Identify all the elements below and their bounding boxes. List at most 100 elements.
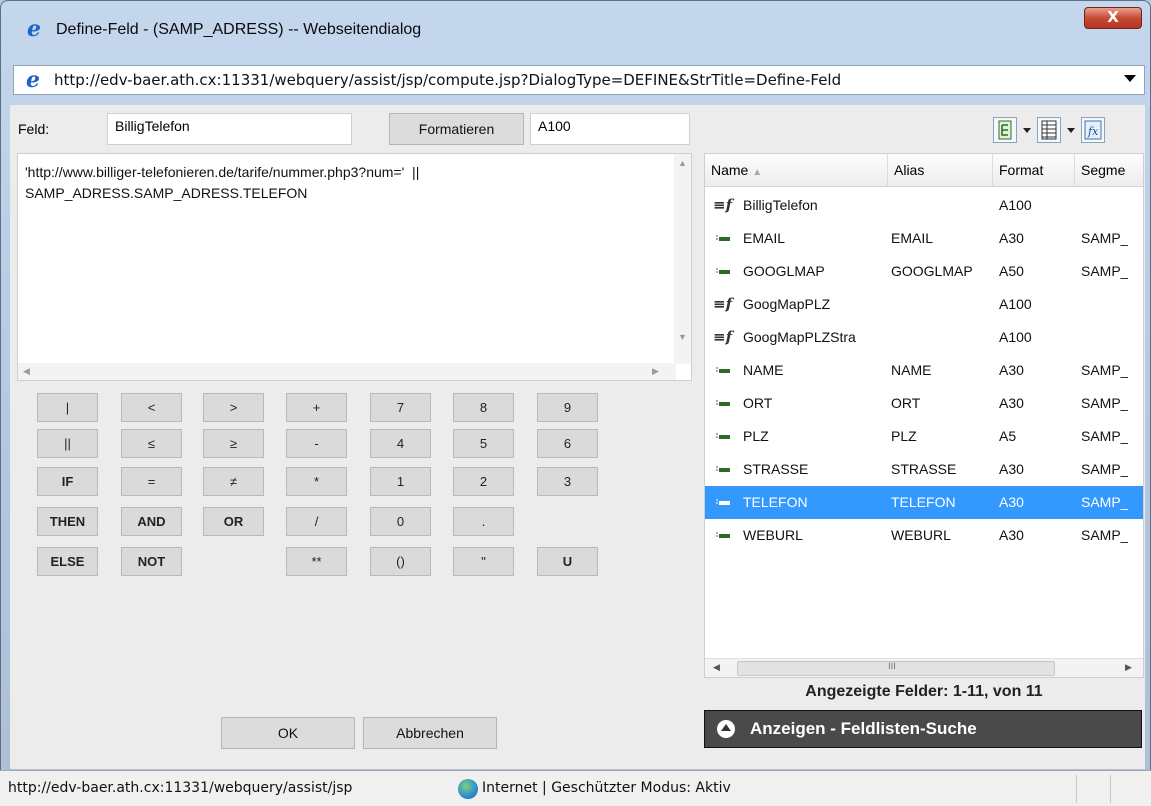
field-list-row[interactable]: ≡f GoogMapPLZStra A100: [705, 321, 1143, 354]
keypad-key[interactable]: 5: [453, 429, 514, 458]
field-format-cell: A30: [999, 461, 1024, 477]
keypad-key[interactable]: ||: [37, 429, 98, 458]
field-format-cell: A30: [999, 362, 1024, 378]
dialog-content: Feld: BilligTelefon Formatieren A100 fx …: [10, 105, 1145, 769]
keypad-key[interactable]: 2: [453, 467, 514, 496]
close-button[interactable]: X: [1084, 7, 1142, 29]
keypad-key[interactable]: OR: [203, 507, 264, 536]
keypad-key[interactable]: 6: [537, 429, 598, 458]
list-view-dropdown-icon[interactable]: [1067, 128, 1075, 133]
keypad-key[interactable]: /: [286, 507, 347, 536]
column-header-format[interactable]: Format: [993, 154, 1075, 187]
editor-vertical-scrollbar[interactable]: ▲ ▼: [674, 154, 691, 364]
field-segment-cell: SAMP_: [1081, 362, 1129, 378]
scroll-down-icon[interactable]: ▼: [678, 332, 687, 342]
list-view-icon[interactable]: [1037, 117, 1061, 143]
tree-view-icon[interactable]: [993, 117, 1017, 143]
function-icon[interactable]: fx: [1081, 117, 1105, 143]
computed-field-icon: ≡f: [713, 196, 733, 214]
ok-button[interactable]: OK: [221, 717, 355, 749]
field-format-cell: A30: [999, 527, 1024, 543]
keypad-key[interactable]: 8: [453, 393, 514, 422]
field-list-row[interactable]: GOOGLMAP GOOGLMAP A50 SAMP_: [705, 255, 1143, 288]
format-button[interactable]: Formatieren: [389, 113, 524, 145]
field-format-cell: A30: [999, 494, 1024, 510]
keypad-key[interactable]: IF: [37, 467, 98, 496]
field-list-row[interactable]: TELEFON TELEFON A30 SAMP_: [705, 486, 1143, 519]
field-count: Angezeigte Felder: 1-11, von 11: [805, 683, 1043, 700]
keypad-key[interactable]: 9: [537, 393, 598, 422]
field-search-label: Anzeigen - Feldlisten-Suche: [750, 719, 977, 738]
grid-scroll-thumb[interactable]: III: [737, 661, 1055, 676]
cancel-button[interactable]: Abbrechen: [363, 717, 497, 749]
field-list-row[interactable]: ≡f GoogMapPLZ A100: [705, 288, 1143, 321]
keypad-key[interactable]: =: [121, 467, 182, 496]
field-name-cell: WEBURL: [743, 527, 803, 543]
grid-scroll-left-icon[interactable]: ◀: [713, 663, 720, 673]
keypad-key[interactable]: (): [370, 547, 431, 576]
grid-scroll-right-icon[interactable]: ▶: [1125, 663, 1132, 673]
scroll-left-icon[interactable]: ◀: [23, 366, 30, 377]
field-format-cell: A5: [999, 428, 1017, 444]
data-field-icon: [715, 397, 731, 409]
column-header-segment[interactable]: Segme: [1075, 154, 1143, 187]
keypad-key[interactable]: 3: [537, 467, 598, 496]
data-field-icon: [715, 265, 731, 277]
expression-line-1: 'http://www.billiger-telefonieren.de/tar…: [25, 164, 420, 180]
keypad-key[interactable]: -: [286, 429, 347, 458]
field-name-cell: PLZ: [743, 428, 769, 444]
field-list-row[interactable]: EMAIL EMAIL A30 SAMP_: [705, 222, 1143, 255]
keypad-key[interactable]: 7: [370, 393, 431, 422]
keypad-key[interactable]: ≥: [203, 429, 264, 458]
keypad-key[interactable]: 0: [370, 507, 431, 536]
field-search-toggle[interactable]: Anzeigen - Feldlisten-Suche: [704, 710, 1142, 748]
column-header-alias[interactable]: Alias: [888, 154, 993, 187]
status-url: http://edv-baer.ath.cx:11331/webquery/as…: [8, 780, 353, 796]
field-list-row[interactable]: STRASSE STRASSE A30 SAMP_: [705, 453, 1143, 486]
grid-horizontal-scrollbar[interactable]: ◀ III ▶: [705, 658, 1143, 677]
keypad-key[interactable]: .: [453, 507, 514, 536]
tree-view-dropdown-icon[interactable]: [1023, 128, 1031, 133]
title-bar: e Define-Feld - (SAMP_ADRESS) -- Webseit…: [1, 1, 1151, 63]
keypad-key[interactable]: ≤: [121, 429, 182, 458]
keypad-key[interactable]: **: [286, 547, 347, 576]
keypad-key[interactable]: ≠: [203, 467, 264, 496]
keypad-key[interactable]: >: [203, 393, 264, 422]
keypad-key[interactable]: ": [453, 547, 514, 576]
expression-text: 'http://www.billiger-telefonieren.de/tar…: [25, 162, 655, 204]
scroll-right-icon[interactable]: ▶: [652, 366, 659, 377]
field-list-row[interactable]: ORT ORT A30 SAMP_: [705, 387, 1143, 420]
field-name-cell: EMAIL: [743, 230, 786, 246]
field-format-cell: A100: [999, 329, 1032, 345]
keypad-key[interactable]: 4: [370, 429, 431, 458]
keypad-key[interactable]: +: [286, 393, 347, 422]
field-name-cell: GoogMapPLZ: [743, 296, 831, 312]
keypad-key[interactable]: |: [37, 393, 98, 422]
status-bar: http://edv-baer.ath.cx:11331/webquery/as…: [0, 770, 1151, 806]
scroll-up-icon[interactable]: ▲: [678, 158, 687, 168]
field-label: Feld:: [18, 121, 50, 137]
address-bar[interactable]: e http://edv-baer.ath.cx:11331/webquery/…: [13, 65, 1145, 95]
keypad-key[interactable]: <: [121, 393, 182, 422]
field-alias-cell: NAME: [891, 362, 932, 378]
keypad-key[interactable]: ELSE: [37, 547, 98, 576]
keypad-key[interactable]: THEN: [37, 507, 98, 536]
keypad-key[interactable]: NOT: [121, 547, 182, 576]
field-name-cell: GOOGLMAP: [743, 263, 825, 279]
keypad-key[interactable]: 1: [370, 467, 431, 496]
editor-horizontal-scrollbar[interactable]: ◀ ▶: [18, 363, 676, 380]
field-list-row[interactable]: NAME NAME A30 SAMP_: [705, 354, 1143, 387]
column-header-name[interactable]: Name ▲: [705, 154, 888, 187]
scroll-grip: III: [888, 662, 896, 672]
keypad-key[interactable]: U: [537, 547, 598, 576]
field-name-input[interactable]: BilligTelefon: [107, 113, 352, 145]
keypad-key[interactable]: AND: [121, 507, 182, 536]
field-list-row[interactable]: WEBURL WEBURL A30 SAMP_: [705, 519, 1143, 552]
field-list-row[interactable]: PLZ PLZ A5 SAMP_: [705, 420, 1143, 453]
address-dropdown-icon[interactable]: [1124, 75, 1136, 82]
keypad-key[interactable]: *: [286, 467, 347, 496]
field-segment-cell: SAMP_: [1081, 428, 1129, 444]
format-input[interactable]: A100: [530, 113, 690, 145]
field-list-row[interactable]: ≡f BilligTelefon A100: [705, 189, 1143, 222]
expression-editor[interactable]: 'http://www.billiger-telefonieren.de/tar…: [17, 153, 692, 381]
